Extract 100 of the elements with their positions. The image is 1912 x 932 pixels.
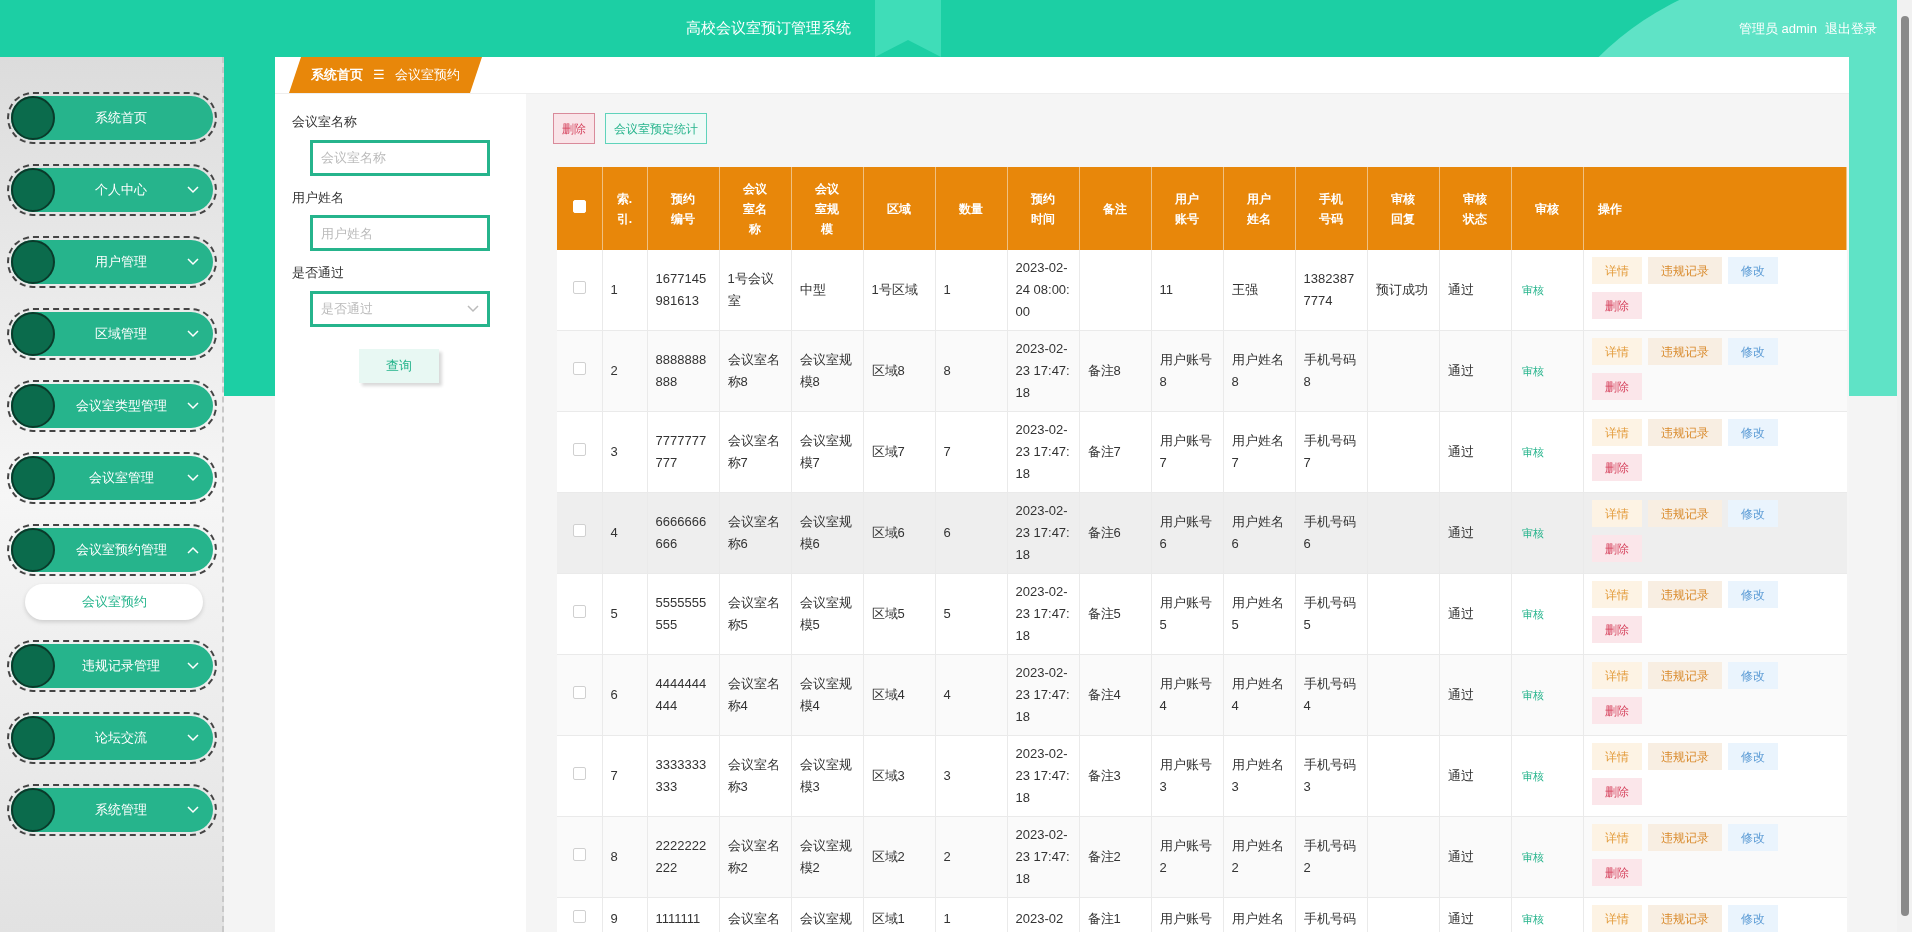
- action-button[interactable]: 删除: [1591, 292, 1642, 319]
- action-button[interactable]: 详情: [1591, 419, 1642, 446]
- sidebar-menu-item[interactable]: 用户管理: [7, 236, 217, 288]
- review-link[interactable]: 审核: [1521, 689, 1544, 702]
- table-cell: 会议室名称3: [719, 735, 791, 817]
- review-link[interactable]: 审核: [1521, 608, 1544, 621]
- sidebar-menu-item[interactable]: 会议室管理: [7, 452, 217, 504]
- action-button[interactable]: 修改: [1727, 905, 1778, 932]
- action-button[interactable]: 违规记录: [1647, 581, 1722, 608]
- stats-button[interactable]: 会议室预定统计: [605, 113, 707, 144]
- scrollbar-thumb[interactable]: [1900, 16, 1909, 916]
- table-cell: 备注5: [1079, 573, 1151, 655]
- action-button[interactable]: 详情: [1591, 824, 1642, 851]
- action-button[interactable]: 删除: [1591, 778, 1642, 805]
- checkbox[interactable]: [572, 281, 586, 295]
- action-button[interactable]: 删除: [1591, 697, 1642, 724]
- sidebar-menu-item[interactable]: 会议室预约管理: [7, 524, 217, 576]
- action-button[interactable]: 违规记录: [1647, 338, 1722, 365]
- table-cell: 2023-02-24 08:00:00: [1007, 250, 1079, 331]
- sidebar-menu-item[interactable]: 违规记录管理: [7, 640, 217, 692]
- action-button[interactable]: 删除: [1591, 535, 1642, 562]
- table-cell: 7777777777: [647, 411, 719, 493]
- action-button[interactable]: 详情: [1591, 500, 1642, 527]
- chevron-down-icon: [187, 186, 199, 194]
- table-cell: 备注6: [1079, 492, 1151, 574]
- table-cell: 6: [935, 492, 1007, 574]
- action-button[interactable]: 详情: [1591, 662, 1642, 689]
- table-cell: 2222222222: [647, 816, 719, 898]
- sidebar-menu-item[interactable]: 个人中心: [7, 164, 217, 216]
- input-field[interactable]: 会议室名称: [310, 139, 490, 176]
- chevron-down-icon: [187, 402, 199, 410]
- delete-button[interactable]: 删除: [553, 113, 595, 144]
- review-link[interactable]: 审核: [1521, 527, 1544, 540]
- action-button[interactable]: 违规记录: [1647, 905, 1722, 932]
- select-field[interactable]: 是否通过: [310, 290, 490, 327]
- table-cell: 会议室规模2: [791, 816, 863, 898]
- breadcrumb-current: 会议室预约: [395, 66, 460, 85]
- sidebar-menu-item[interactable]: 会议室类型管理: [7, 380, 217, 432]
- table-cell: 2023-02: [1007, 897, 1079, 932]
- review-link[interactable]: 审核: [1521, 912, 1544, 925]
- table-cell: 区域1: [863, 897, 935, 932]
- table-cell: 会议室规模8: [791, 330, 863, 412]
- action-button[interactable]: 违规记录: [1647, 824, 1722, 851]
- action-button[interactable]: 违规记录: [1647, 743, 1722, 770]
- action-button[interactable]: 修改: [1727, 824, 1778, 851]
- sidebar-menu-item[interactable]: 论坛交流: [7, 712, 217, 764]
- sidebar-menu-item[interactable]: 系统管理: [7, 784, 217, 836]
- checkbox[interactable]: [572, 767, 586, 781]
- checkbox[interactable]: [572, 686, 586, 700]
- sidebar-subitem[interactable]: 会议室预约: [25, 584, 203, 620]
- action-button[interactable]: 详情: [1591, 338, 1642, 365]
- action-button[interactable]: 修改: [1727, 743, 1778, 770]
- action-button[interactable]: 删除: [1591, 373, 1642, 400]
- action-button[interactable]: 修改: [1727, 662, 1778, 689]
- logout-link[interactable]: 退出登录: [1825, 18, 1877, 39]
- table-cell: 通过: [1439, 411, 1511, 493]
- table-cell: 3333333333: [647, 735, 719, 817]
- input-field[interactable]: 用户姓名: [310, 215, 490, 251]
- action-button[interactable]: 修改: [1727, 257, 1778, 284]
- review-link[interactable]: 审核: [1521, 770, 1544, 783]
- table-cell: 8: [602, 816, 647, 898]
- action-button[interactable]: 删除: [1591, 454, 1642, 481]
- action-button[interactable]: 违规记录: [1647, 257, 1722, 284]
- checkbox[interactable]: [572, 443, 586, 457]
- action-button[interactable]: 违规记录: [1647, 500, 1722, 527]
- action-button[interactable]: 详情: [1591, 905, 1642, 932]
- checkbox[interactable]: [572, 362, 586, 376]
- checkbox[interactable]: [572, 605, 586, 619]
- table-cell: 通过: [1439, 654, 1511, 736]
- action-button[interactable]: 修改: [1727, 500, 1778, 527]
- query-button[interactable]: 查询: [359, 348, 439, 383]
- table-cell: 会议室规模6: [791, 492, 863, 574]
- review-link[interactable]: 审核: [1521, 851, 1544, 864]
- table-cell: 会议室规模3: [791, 735, 863, 817]
- action-button[interactable]: 详情: [1591, 581, 1642, 608]
- checkbox[interactable]: [572, 524, 586, 538]
- action-button[interactable]: 修改: [1727, 419, 1778, 446]
- action-button[interactable]: 详情: [1591, 257, 1642, 284]
- action-button[interactable]: 修改: [1727, 338, 1778, 365]
- action-button[interactable]: 详情: [1591, 743, 1642, 770]
- action-button[interactable]: 删除: [1591, 616, 1642, 643]
- checkbox[interactable]: [572, 909, 586, 923]
- app-title: 高校会议室预订管理系统: [686, 18, 851, 39]
- table-cell: 备注1: [1079, 897, 1151, 932]
- table-cell: 通过: [1439, 897, 1511, 932]
- action-button[interactable]: 删除: [1591, 859, 1642, 886]
- action-button[interactable]: 修改: [1727, 581, 1778, 608]
- table-cell: 2023-02-23 17:47:18: [1007, 735, 1079, 817]
- table-cell: 手机号码7: [1295, 411, 1367, 493]
- sidebar-menu-item[interactable]: 区域管理: [7, 308, 217, 360]
- review-link[interactable]: 审核: [1521, 365, 1544, 378]
- review-link[interactable]: 审核: [1521, 284, 1544, 297]
- breadcrumb-link[interactable]: 系统首页: [311, 65, 363, 85]
- action-button[interactable]: 违规记录: [1647, 419, 1722, 446]
- review-link[interactable]: 审核: [1521, 446, 1544, 459]
- table-cell: 手机号码5: [1295, 573, 1367, 655]
- action-button[interactable]: 违规记录: [1647, 662, 1722, 689]
- table-cell: 通过: [1439, 735, 1511, 817]
- sidebar-menu-item[interactable]: 系统首页: [7, 92, 217, 144]
- checkbox[interactable]: [572, 848, 586, 862]
